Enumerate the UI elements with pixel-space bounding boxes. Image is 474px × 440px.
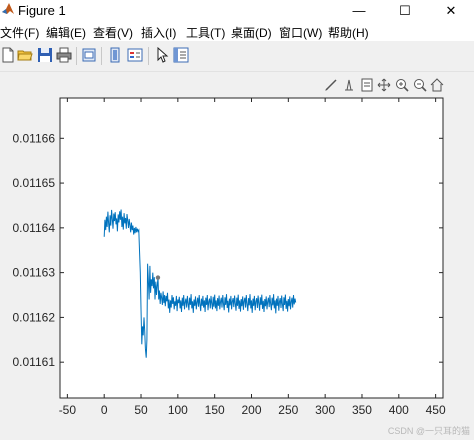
x-tick-label: 100 [168,403,188,417]
plot-area [59,97,444,399]
print-icon[interactable] [56,47,72,63]
menu-file[interactable]: 文件(F) [0,24,39,41]
new-file-icon[interactable] [0,47,16,63]
minimize-button[interactable]: — [336,0,382,22]
close-button[interactable]: ✕ [428,0,474,22]
save-icon[interactable] [37,47,53,63]
toolbar-separator [148,47,149,65]
x-tick-label: 300 [315,403,335,417]
print-preview-icon[interactable] [81,47,97,63]
data-tip-marker[interactable] [155,275,161,280]
property-inspector-icon[interactable] [173,47,189,63]
edit-plot-arrow-icon[interactable] [154,47,170,63]
x-tick-label: 250 [278,403,298,417]
y-tick-label: 0.01161 [13,355,56,369]
menu-desktop[interactable]: 桌面(D) [231,24,272,41]
figure-toolbar [0,41,474,72]
figure-canvas: -50 0 50 100 150 200 250 300 350 400 450 0.01161 0.… [0,72,474,440]
title-bar: Figure 1 — ☐ ✕ [0,0,474,22]
minimize-icon: — [352,3,366,18]
maximize-icon: ☐ [399,3,411,18]
toolbar-separator [76,47,77,65]
menu-tools[interactable]: 工具(T) [186,24,225,41]
y-tick-label: 0.01165 [13,176,56,190]
x-tick-label: 0 [101,403,108,417]
y-tick-label: 0.01163 [13,266,56,280]
x-tick-label: 350 [352,403,372,417]
line-chart: -50 0 50 100 150 200 250 300 350 400 450 0.01161 0.… [13,97,446,417]
window-title: Figure 1 [18,3,66,18]
menu-window[interactable]: 窗口(W) [279,24,322,41]
insert-legend-icon[interactable] [127,47,143,63]
watermark: CSDN @一只耳的猫 [387,426,470,436]
menu-bar: 文件(F) 编辑(E) 查看(V) 插入(I) 工具(T) 桌面(D) 窗口(W… [0,22,474,41]
y-tick-label: 0.01166 [13,131,56,145]
y-tick-label: 0.01162 [13,310,56,324]
x-tick-label: 400 [389,403,409,417]
y-tick-label: 0.01164 [13,221,56,235]
maximize-button[interactable]: ☐ [382,0,428,22]
x-tick-label: 50 [134,403,148,417]
open-folder-icon[interactable] [17,47,33,63]
menu-help[interactable]: 帮助(H) [328,24,369,41]
x-tick-label: 200 [241,403,261,417]
link-plot-icon[interactable] [107,47,123,63]
menu-view[interactable]: 查看(V) [93,24,133,41]
x-tick-label: 450 [426,403,446,417]
menu-edit[interactable]: 编辑(E) [46,24,86,41]
matlab-logo-icon [2,3,14,14]
x-tick-label: 150 [205,403,225,417]
menu-insert[interactable]: 插入(I) [141,24,176,41]
toolbar-separator [101,47,102,65]
close-icon: ✕ [445,3,457,18]
x-tick-label: -50 [59,403,77,417]
